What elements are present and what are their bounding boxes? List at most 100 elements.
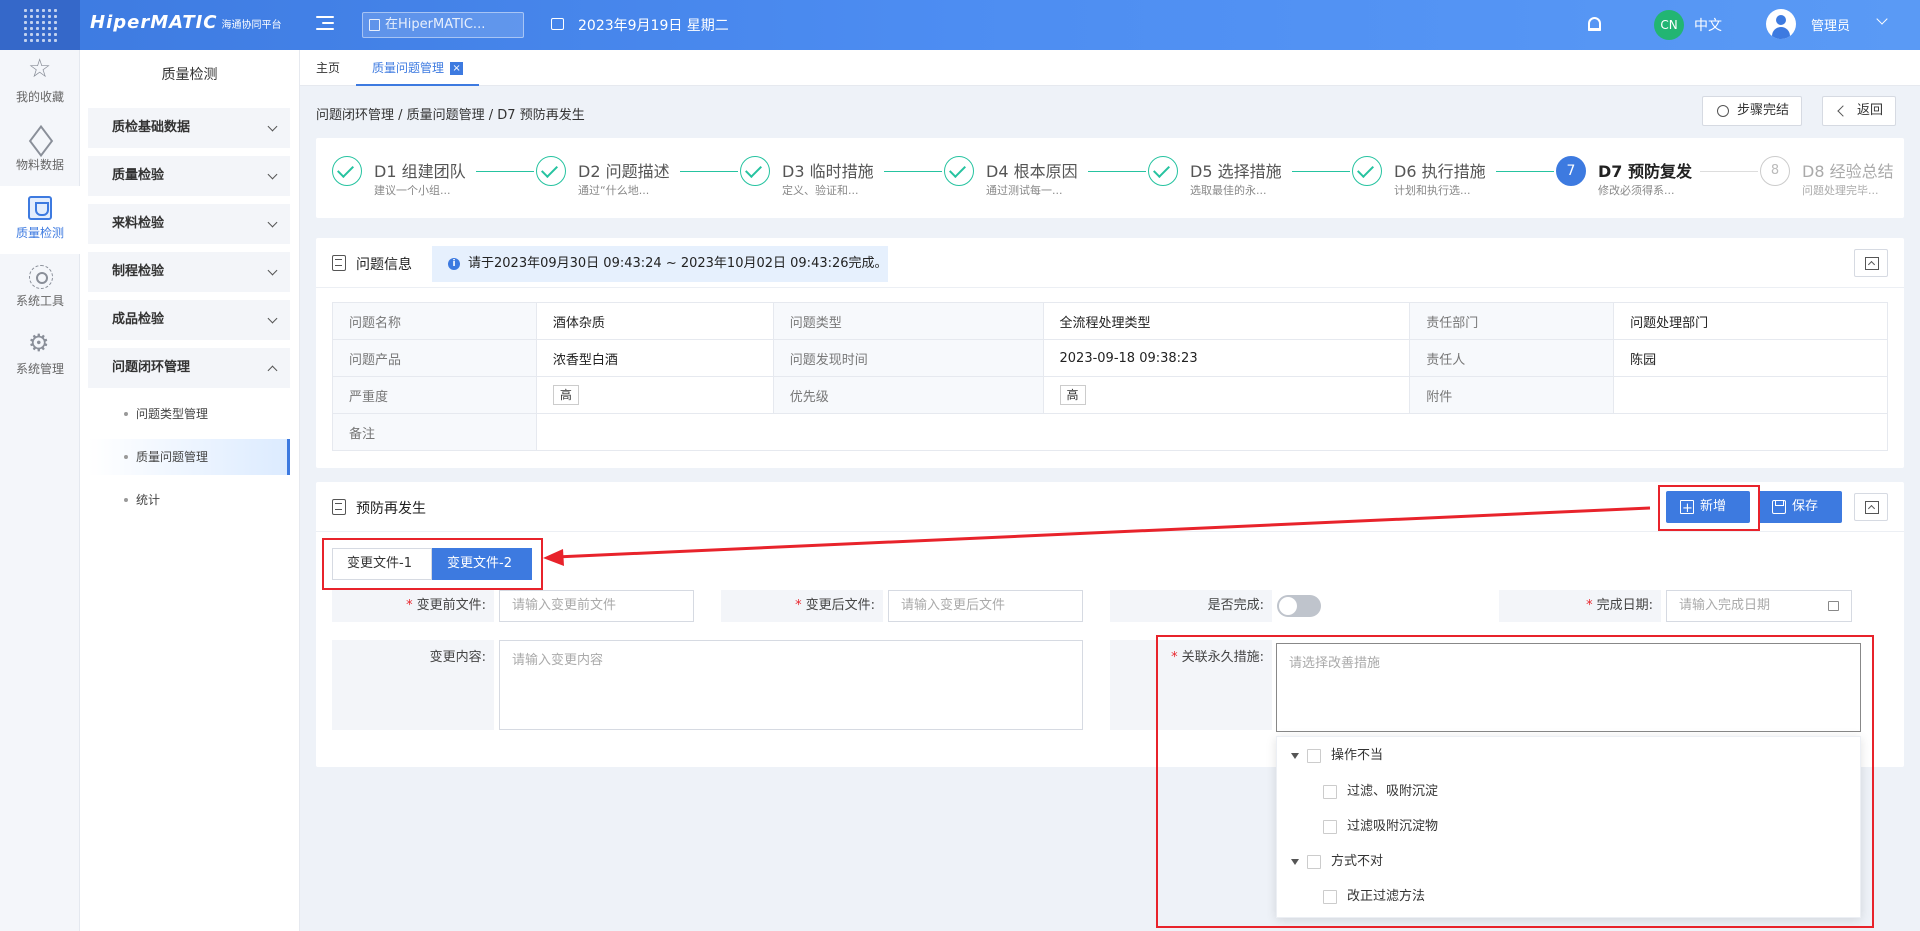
- annotation-box: [322, 538, 543, 590]
- top-bar: HiperMATIC 海通协同平台 在HiperMATIC... 2023年9月1…: [0, 0, 1920, 50]
- star-icon: [28, 54, 52, 84]
- done-toggle[interactable]: [1277, 595, 1321, 617]
- step-connector: [884, 171, 942, 172]
- sidebar-group-process[interactable]: 制程检验: [88, 252, 290, 292]
- tab-home[interactable]: 主页: [300, 50, 356, 86]
- collapse-button[interactable]: [1854, 493, 1888, 521]
- content-label: 变更内容:: [332, 640, 494, 730]
- content-textarea[interactable]: 请输入变更内容: [499, 640, 1083, 730]
- step-connector: [1496, 171, 1554, 172]
- chevron-down-icon: [267, 121, 278, 132]
- rail-item-quality[interactable]: 质量检测: [0, 186, 80, 254]
- rail-item-system[interactable]: 系统管理: [0, 322, 80, 390]
- app-grid-icon[interactable]: [0, 0, 80, 50]
- arrow-left-icon: [1837, 105, 1849, 117]
- annotation-box: [1156, 635, 1874, 928]
- check-icon: [1148, 156, 1178, 186]
- back-button[interactable]: 返回: [1822, 96, 1897, 126]
- before-file-input[interactable]: 请输入变更前文件: [499, 590, 694, 622]
- bell-icon[interactable]: [1588, 17, 1601, 31]
- shield-icon: [28, 196, 52, 220]
- rail-item-favorites[interactable]: 我的收藏: [0, 50, 80, 118]
- calendar-icon: [551, 18, 564, 30]
- cube-icon: [28, 128, 52, 152]
- sidebar-item-quality-problems[interactable]: 质量问题管理: [88, 439, 290, 475]
- calendar-icon: [1828, 601, 1839, 611]
- date-input[interactable]: 请输入完成日期: [1666, 590, 1852, 622]
- check-icon: [1352, 156, 1382, 186]
- chevron-up-icon: [267, 365, 278, 376]
- sidebar-item-statistics[interactable]: 统计: [88, 482, 290, 518]
- step-number: 8: [1760, 156, 1790, 186]
- info-icon: i: [448, 258, 460, 270]
- save-icon: [1772, 500, 1786, 514]
- save-button[interactable]: 保存: [1758, 491, 1842, 523]
- chevron-down-icon: [267, 265, 278, 276]
- sidebar-group-closed-loop[interactable]: 问题闭环管理: [88, 348, 290, 388]
- priority-tag: 高: [1059, 385, 1086, 405]
- step-connector: [680, 171, 738, 172]
- table-row: 严重度 高 优先级 高 附件: [332, 376, 1888, 414]
- current-date: 2023年9月19日 星期二: [578, 18, 729, 34]
- clipboard-icon: [332, 499, 346, 515]
- step-connector: [1700, 171, 1758, 172]
- annotation-box: [1658, 485, 1760, 531]
- step-number: 7: [1556, 156, 1586, 186]
- problem-info-header: 问题信息 i 请于2023年09月30日 09:43:24 ~ 2023年10月0…: [316, 238, 1904, 288]
- table-row: 问题产品 浓香型白酒 问题发现时间 2023-09-18 09:38:23 责任…: [332, 339, 1888, 377]
- section-title: 问题信息: [356, 257, 412, 273]
- close-icon[interactable]: ×: [450, 62, 464, 75]
- steps-done-button[interactable]: 步骤完结: [1702, 96, 1803, 126]
- check-circle-icon: [1717, 105, 1729, 117]
- done-label: 是否完成:: [1110, 590, 1272, 622]
- step-connector: [476, 171, 534, 172]
- check-icon: [740, 156, 770, 186]
- attachment-cell[interactable]: [1613, 376, 1888, 414]
- check-icon: [944, 156, 974, 186]
- sidebar: 质量检测 质检基础数据 质量检验 来料检验 制程检验 成品检验 问题闭环管理 问…: [80, 50, 300, 931]
- chevron-down-icon: [267, 313, 278, 324]
- problem-info-table: 问题名称 酒体杂质 问题类型 全流程处理类型 责任部门 问题处理部门 问题产品 …: [332, 302, 1889, 451]
- global-search-input[interactable]: 在HiperMATIC...: [362, 12, 524, 38]
- check-icon: [536, 156, 566, 186]
- language-selector[interactable]: 中文: [1694, 15, 1722, 35]
- table-row: 备注: [332, 413, 1889, 451]
- collapse-button[interactable]: [1854, 249, 1888, 277]
- page-tabs: 主页 质量问题管理 ×: [300, 50, 1920, 86]
- sidebar-group-inspection[interactable]: 质量检验: [88, 156, 290, 196]
- sidebar-item-problem-types[interactable]: 问题类型管理: [88, 396, 290, 432]
- user-name[interactable]: 管理员: [1811, 15, 1850, 34]
- severity-tag: 高: [552, 385, 579, 405]
- breadcrumb: 问题闭环管理 / 质量问题管理 / D7 预防再发生: [316, 108, 585, 123]
- before-file-label: * 变更前文件:: [332, 590, 494, 622]
- search-icon: [369, 19, 380, 31]
- language-badge[interactable]: CN: [1654, 10, 1684, 40]
- sidebar-title: 质量检测: [161, 67, 218, 83]
- after-file-input[interactable]: 请输入变更后文件: [888, 590, 1083, 622]
- chevron-down-icon: [267, 217, 278, 228]
- step-connector: [1088, 171, 1146, 172]
- check-icon: [332, 156, 362, 186]
- rail-item-material[interactable]: 物料数据: [0, 118, 80, 186]
- after-file-label: * 变更后文件:: [721, 590, 883, 622]
- date-label: * 完成日期:: [1499, 590, 1661, 622]
- sidebar-group-incoming[interactable]: 来料检验: [88, 204, 290, 244]
- chevron-down-icon[interactable]: [1876, 13, 1888, 25]
- document-icon: [332, 255, 346, 271]
- sidebar-group-basic-data[interactable]: 质检基础数据: [88, 108, 290, 148]
- avatar[interactable]: [1766, 9, 1796, 39]
- rail-item-tools[interactable]: 系统工具: [0, 254, 80, 322]
- deadline-banner: i 请于2023年09月30日 09:43:24 ~ 2023年10月02日 09…: [432, 246, 888, 282]
- sidebar-group-finished[interactable]: 成品检验: [88, 300, 290, 340]
- tab-quality-problems[interactable]: 质量问题管理 ×: [356, 50, 480, 86]
- network-icon: [28, 264, 53, 289]
- app-logo[interactable]: HiperMATIC 海通协同平台: [90, 12, 282, 33]
- module-rail: 我的收藏 物料数据 质量检测 系统工具 系统管理: [0, 50, 80, 931]
- section-title: 预防再发生: [356, 501, 426, 517]
- gear-icon: [28, 328, 52, 358]
- menu-toggle-icon[interactable]: [316, 16, 334, 34]
- table-row: 问题名称 酒体杂质 问题类型 全流程处理类型 责任部门 问题处理部门: [332, 302, 1888, 340]
- step-connector: [1292, 171, 1350, 172]
- steps-card: D1 组建团队 建议一个小组... D2 问题描述 通过“什么地... D3 临时措…: [316, 138, 1904, 218]
- problem-info-card: 问题信息 i 请于2023年09月30日 09:43:24 ~ 2023年10月0…: [316, 238, 1904, 468]
